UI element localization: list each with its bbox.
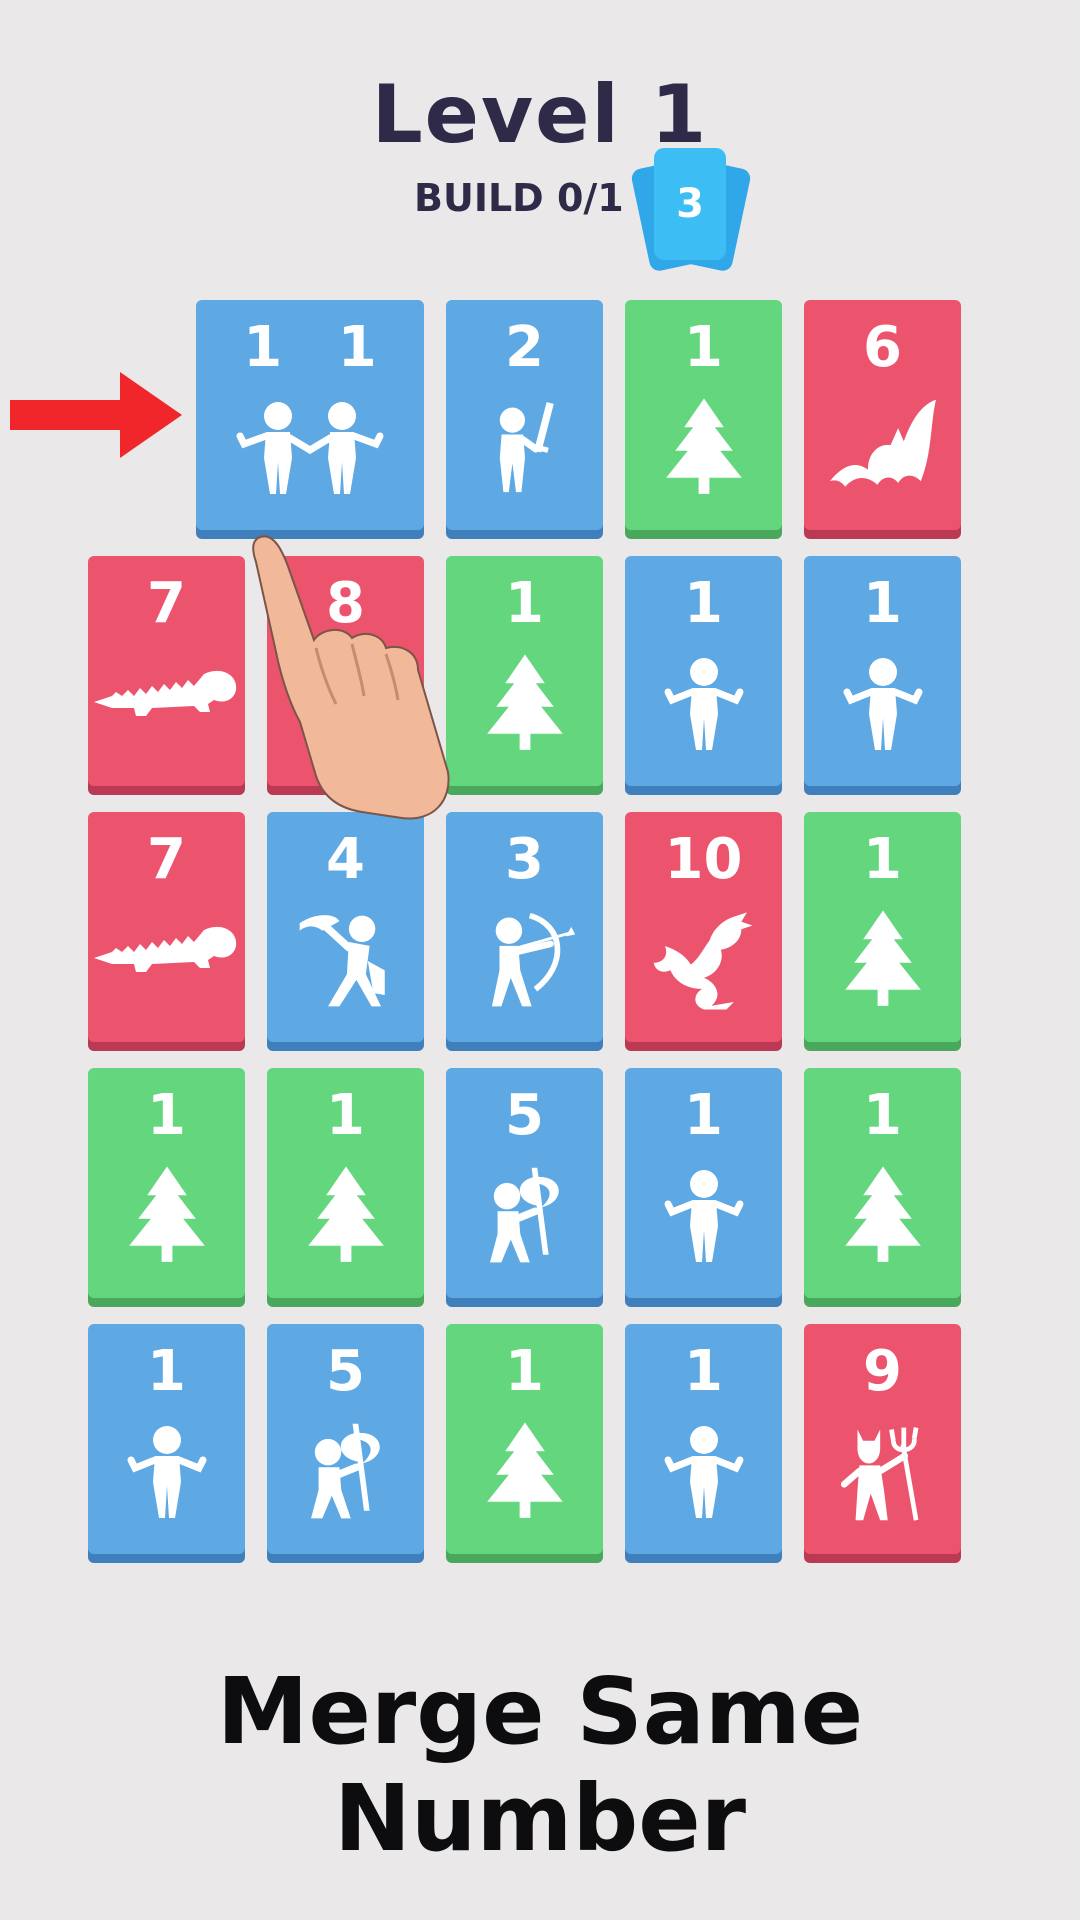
game-card[interactable]: 1 [625,1324,782,1554]
card-value: 3 [505,827,544,892]
card-value: 7 [147,827,186,892]
game-card[interactable]: 1 1 [196,300,424,530]
tree-icon [838,1164,928,1268]
card-value: 1 [863,827,902,892]
tree-icon [122,1164,212,1268]
card-value: 2 [505,315,544,380]
game-card[interactable]: 1 [88,1068,245,1298]
card-value: 4 [326,827,365,892]
game-card[interactable]: 3 [446,812,603,1042]
game-card[interactable]: 6 [804,300,961,530]
game-card[interactable]: 1 [446,556,603,786]
crocodile-icon [92,908,242,978]
card-value: 1 [863,1083,902,1148]
archer-icon [473,908,577,1012]
game-card[interactable]: 1 [804,812,961,1042]
game-card[interactable]: 10 [625,812,782,1042]
build-progress: BUILD 0/1 [414,176,624,220]
card-value: 1 [326,1083,365,1148]
tree-icon [659,396,749,500]
dragon-icon [648,908,760,1012]
card-value: 1 [684,315,723,380]
game-card[interactable]: 7 [88,812,245,1042]
card-value: 1 [147,1339,186,1404]
card-value: 1 [684,1339,723,1404]
card-value: 10 [664,827,743,892]
card-value: 7 [147,571,186,636]
card-value: 1 [505,571,544,636]
game-card[interactable]: 5 [446,1068,603,1298]
crocodile-icon [92,652,242,722]
level-title: Level 1 [371,68,709,161]
deck-count: 3 [654,148,726,260]
person-icon [654,1164,754,1264]
game-card[interactable]: 4 [267,812,424,1042]
bat-icon [823,396,943,500]
game-card[interactable]: 1 [267,1068,424,1298]
axeman-icon [473,1164,577,1268]
game-card[interactable]: 2 [446,300,603,530]
game-card[interactable]: 1 [804,556,961,786]
game-card[interactable]: 1 [625,300,782,530]
card-value: 5 [326,1339,365,1404]
card-value: 1 [863,571,902,636]
axeman-icon [294,1420,398,1524]
game-card[interactable]: 9 [804,1324,961,1554]
game-card[interactable]: 1 [804,1068,961,1298]
warrior-icon [294,908,398,1012]
tree-icon [480,1420,570,1524]
card-value: 9 [863,1339,902,1404]
person-icon [654,652,754,752]
game-card[interactable]: 1 [625,556,782,786]
card-value: 1 [684,571,723,636]
person-icon [654,1420,754,1520]
person-icon [117,1420,217,1520]
tree-icon [838,908,928,1012]
instruction-caption: Merge Same Number [216,1658,864,1872]
card-value: 5 [505,1083,544,1148]
two-people-icon [230,396,390,496]
game-card[interactable]: 1 [446,1324,603,1554]
swordsman-icon [480,396,570,500]
card-value: 1 [147,1083,186,1148]
devil-icon [831,1420,935,1524]
person-icon [833,652,933,752]
game-card[interactable]: 1 [625,1068,782,1298]
card-value: 1 [684,1083,723,1148]
game-card[interactable]: 5 [267,1324,424,1554]
card-value: 1 1 [243,315,377,380]
tree-icon [301,1164,391,1268]
red-arrow-icon [10,372,182,458]
game-card[interactable]: 7 [88,556,245,786]
card-value: 6 [863,315,902,380]
card-deck[interactable]: 3 [628,148,754,273]
tree-icon [480,652,570,756]
pointing-hand-icon [252,535,450,820]
game-card[interactable]: 1 [88,1324,245,1554]
card-value: 1 [505,1339,544,1404]
